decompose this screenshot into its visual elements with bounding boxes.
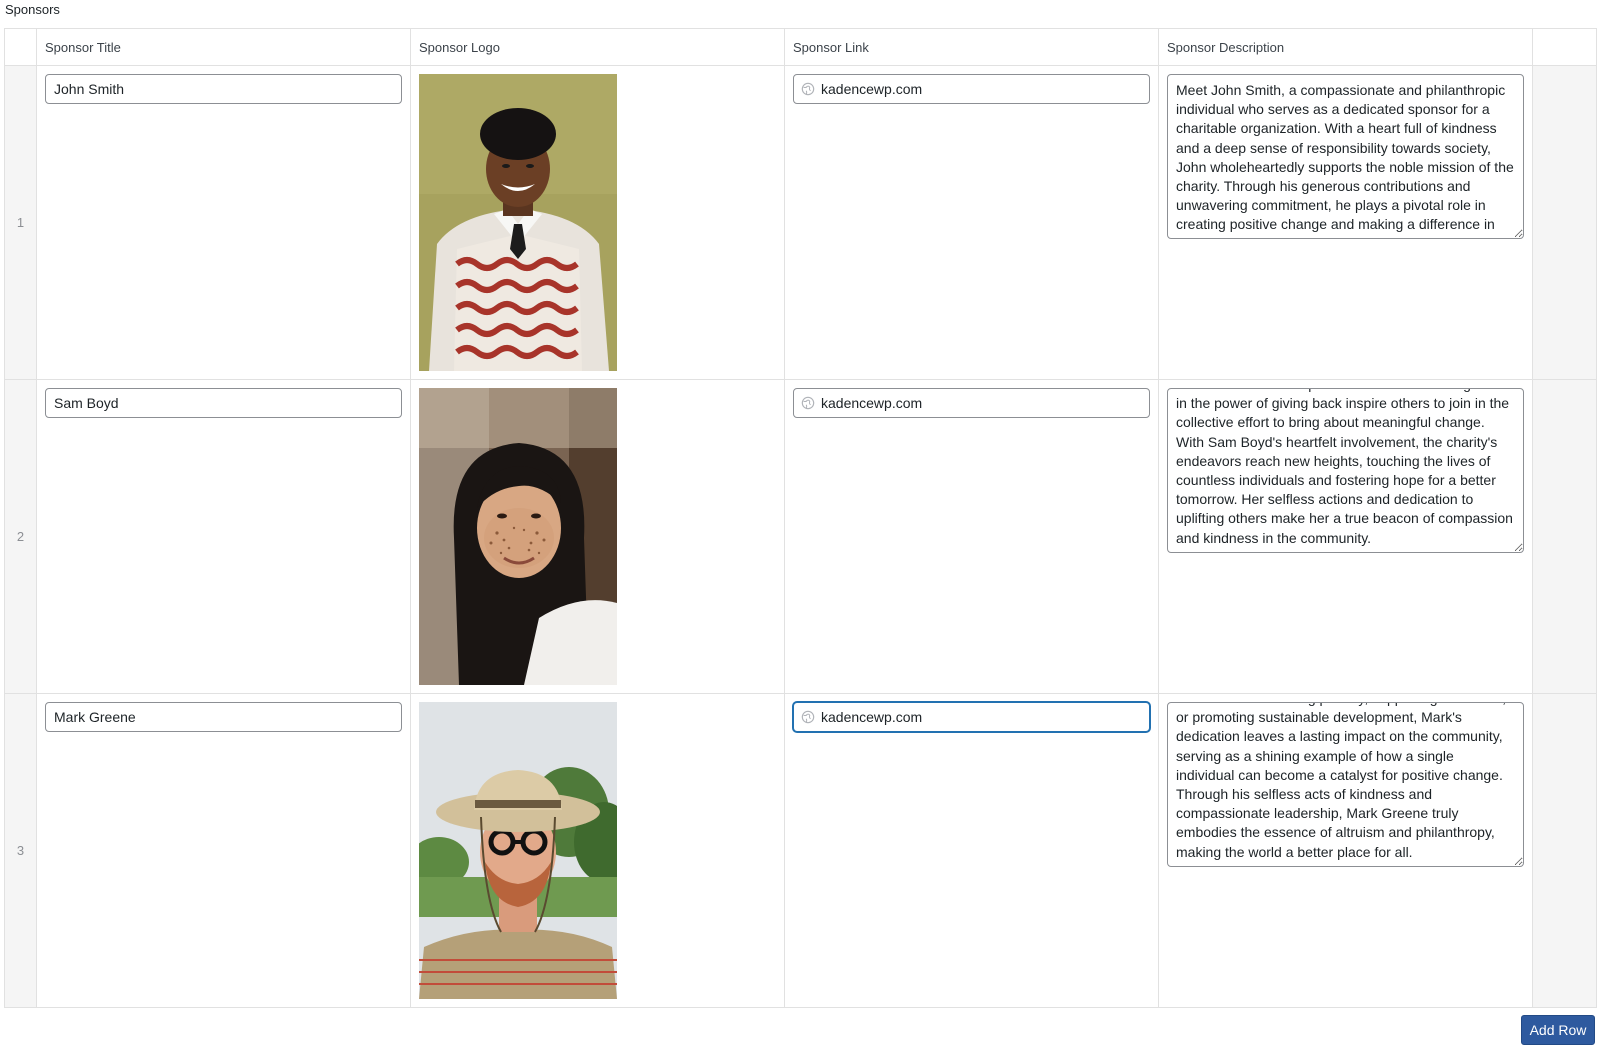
sponsors-repeater-table: Sponsor Title Sponsor Logo Sponsor Link … bbox=[4, 28, 1597, 1008]
logo-cell bbox=[410, 379, 785, 694]
row-remove-area[interactable] bbox=[1532, 65, 1597, 380]
title-cell bbox=[36, 693, 411, 1008]
link-cell bbox=[784, 693, 1159, 1008]
header-row: Sponsor Title Sponsor Logo Sponsor Link … bbox=[4, 28, 1597, 66]
link-cell bbox=[784, 379, 1159, 694]
order-header bbox=[4, 28, 37, 66]
sponsor-link-field bbox=[793, 702, 1150, 732]
logo-cell bbox=[410, 693, 785, 1008]
column-header-link: Sponsor Link bbox=[784, 28, 1159, 66]
table-row: 1 John Smith kadencewp.com Meet John Smi… bbox=[4, 65, 1597, 380]
sponsor-link-field bbox=[793, 388, 1150, 418]
description-cell: communities. Her empathetic nature and s… bbox=[1158, 379, 1533, 694]
globe-icon bbox=[801, 710, 815, 724]
sponsor-description-textarea[interactable]: Meet John Smith, a compassionate and phi… bbox=[1167, 74, 1524, 239]
title-cell bbox=[36, 379, 411, 694]
sponsor-logo-image[interactable] bbox=[419, 388, 617, 685]
column-header-logo: Sponsor Logo bbox=[410, 28, 785, 66]
row-remove-area[interactable] bbox=[1532, 693, 1597, 1008]
sponsor-title-input[interactable] bbox=[45, 388, 402, 418]
sponsor-title-input[interactable] bbox=[45, 74, 402, 104]
row-order-handle[interactable]: 3 bbox=[4, 693, 37, 1008]
description-cell: Meet John Smith, a compassionate and phi… bbox=[1158, 65, 1533, 380]
table-row: 2 Sam Boyd kadencewp.com communities. He… bbox=[4, 379, 1597, 694]
sponsor-link-input[interactable] bbox=[793, 702, 1150, 732]
globe-icon bbox=[801, 82, 815, 96]
description-cell: Whether it's alleviating poverty, suppor… bbox=[1158, 693, 1533, 1008]
add-row-button[interactable]: Add Row bbox=[1521, 1015, 1595, 1045]
sponsor-logo-image[interactable] bbox=[419, 702, 617, 999]
sponsor-title-input[interactable] bbox=[45, 702, 402, 732]
link-cell bbox=[784, 65, 1159, 380]
globe-icon bbox=[801, 396, 815, 410]
row-order-handle[interactable]: 1 bbox=[4, 65, 37, 380]
remove-header bbox=[1532, 28, 1597, 66]
table-row: 3 Mark Greene kadencewp.com Whether it's… bbox=[4, 693, 1597, 1008]
sponsor-link-input[interactable] bbox=[793, 74, 1150, 104]
sponsor-link-input[interactable] bbox=[793, 388, 1150, 418]
sponsor-description-textarea[interactable]: communities. Her empathetic nature and s… bbox=[1167, 388, 1524, 553]
sponsor-link-field bbox=[793, 74, 1150, 104]
column-header-description: Sponsor Description bbox=[1158, 28, 1533, 66]
title-cell bbox=[36, 65, 411, 380]
sponsor-logo-image[interactable] bbox=[419, 74, 617, 371]
logo-cell bbox=[410, 65, 785, 380]
column-header-title: Sponsor Title bbox=[36, 28, 411, 66]
row-remove-area[interactable] bbox=[1532, 379, 1597, 694]
section-label: Sponsors bbox=[5, 2, 60, 17]
sponsor-description-textarea[interactable]: Whether it's alleviating poverty, suppor… bbox=[1167, 702, 1524, 867]
row-order-handle[interactable]: 2 bbox=[4, 379, 37, 694]
